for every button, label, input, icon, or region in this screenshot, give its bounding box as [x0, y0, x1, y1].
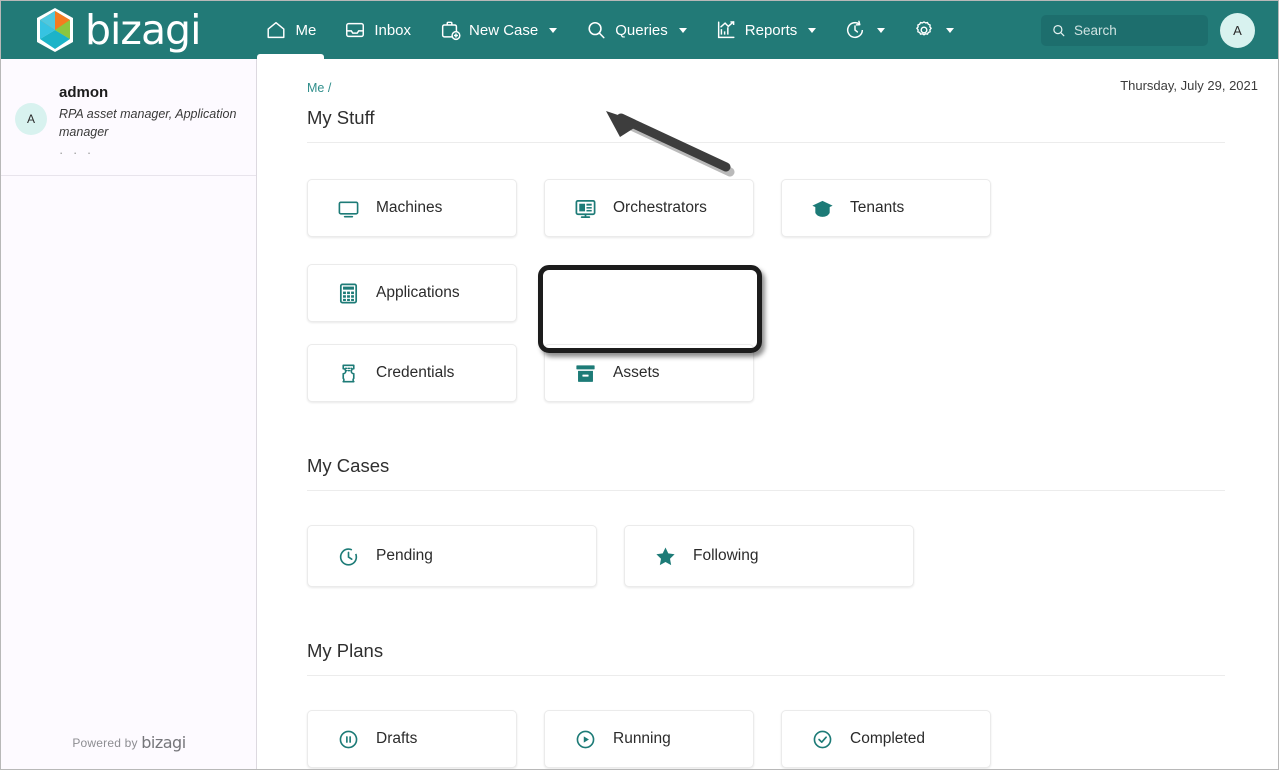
section-title-my-cases: My Cases [307, 455, 1225, 491]
nav-item-inbox[interactable]: Inbox [331, 1, 424, 59]
server-monitor-icon [575, 199, 596, 218]
card-machines[interactable]: Machines [307, 179, 517, 237]
card-credentials[interactable]: Credentials [307, 344, 517, 402]
breadcrumb-row: Me / Thursday, July 29, 2021 [258, 59, 1278, 107]
card-drafts[interactable]: Drafts [307, 710, 517, 768]
card-label-assets: Assets [613, 364, 660, 381]
my-plans-row: Drafts Running Completed [307, 710, 1225, 768]
bizagi-hex-logo-icon [37, 8, 73, 52]
nav-item-settings[interactable] [900, 1, 967, 59]
card-label-completed: Completed [850, 730, 925, 747]
sidebar-user-name: admon [59, 84, 109, 101]
badge-ticket-icon [342, 364, 355, 382]
sidebar-avatar: A [15, 103, 47, 135]
search-input[interactable]: Search [1041, 15, 1208, 46]
main-nav: Me Inbox New Case Queries Reports [252, 1, 967, 66]
chevron-down-icon [946, 27, 955, 33]
breadcrumb[interactable]: Me / [307, 81, 331, 95]
section-my-plans: My Plans Drafts Running Completed [258, 640, 1278, 768]
sidebar-user-block[interactable]: A admon RPA asset manager, Application m… [1, 59, 256, 176]
nav-item-reports[interactable]: Reports [702, 1, 830, 59]
my-stuff-row-2: Credentials Assets [307, 344, 1225, 402]
inbox-tray-icon [346, 22, 365, 38]
search-icon [1053, 24, 1065, 37]
user-avatar-button[interactable]: A [1220, 13, 1255, 48]
my-stuff-row-1: Machines Orchestrators Tenants Applicati… [307, 179, 1225, 322]
chevron-down-icon [808, 27, 817, 33]
search-icon [588, 21, 605, 39]
card-assets[interactable]: Assets [544, 344, 754, 402]
home-icon [267, 21, 286, 39]
card-label-drafts: Drafts [376, 730, 418, 747]
nav-item-refresh[interactable] [831, 1, 898, 59]
card-label-machines: Machines [376, 199, 443, 216]
current-date: Thursday, July 29, 2021 [1120, 78, 1258, 93]
nav-item-me[interactable]: Me [252, 1, 329, 66]
nav-label-reports: Reports [744, 21, 798, 39]
avatar-initial: A [1233, 23, 1242, 38]
graduation-cap-icon [812, 200, 833, 217]
top-navigation-bar: bizagi Me Inbox New Case Queries Reports… [1, 1, 1278, 66]
chevron-down-icon [549, 27, 558, 33]
card-pending[interactable]: Pending [307, 525, 597, 587]
bizagi-wordmark: bizagi [85, 5, 201, 54]
card-orchestrators[interactable]: Orchestrators [544, 179, 754, 237]
card-running[interactable]: Running [544, 710, 754, 768]
card-completed[interactable]: Completed [781, 710, 991, 768]
chevron-down-icon [678, 27, 687, 33]
card-applications[interactable]: Applications [307, 264, 517, 322]
nav-item-queries[interactable]: Queries [572, 1, 700, 59]
card-label-pending: Pending [376, 547, 433, 564]
my-cases-row: Pending Following [307, 525, 1225, 587]
nav-label-me: Me [295, 21, 317, 39]
search-placeholder: Search [1074, 23, 1117, 38]
star-icon [656, 546, 675, 565]
gear-icon [916, 21, 933, 36]
card-tenants[interactable]: Tenants [781, 179, 991, 237]
play-circle-icon [576, 730, 595, 748]
monitor-icon [338, 200, 359, 217]
chevron-down-icon [877, 27, 886, 33]
sidebar-avatar-initial: A [26, 112, 35, 126]
powered-by-brand: bizagi [141, 733, 186, 752]
card-label-orchestrators: Orchestrators [613, 199, 707, 216]
pause-circle-icon [339, 730, 358, 748]
section-title-my-plans: My Plans [307, 640, 1225, 676]
card-label-credentials: Credentials [376, 364, 455, 381]
nav-item-new-case[interactable]: New Case [426, 1, 570, 59]
nav-label-inbox: Inbox [374, 21, 412, 39]
card-label-following: Following [693, 547, 759, 564]
main-content: Me / Thursday, July 29, 2021 My Stuff Ma… [258, 59, 1278, 769]
card-label-tenants: Tenants [850, 199, 905, 216]
briefcase-plus-icon [441, 21, 461, 41]
check-circle-icon [813, 730, 832, 748]
bizagi-logo[interactable]: bizagi [33, 1, 201, 59]
sidebar-user-more-button[interactable]: · · · [59, 145, 237, 160]
powered-by-label: Powered by [72, 736, 138, 750]
clock-refresh-icon [847, 20, 864, 39]
powered-by-footer: Powered by bizagi [1, 733, 257, 752]
archive-box-icon [576, 364, 595, 382]
nav-label-queries: Queries [615, 21, 668, 39]
section-title-my-stuff: My Stuff [307, 107, 1225, 143]
left-sidebar: A admon RPA asset manager, Application m… [1, 59, 257, 769]
section-my-stuff: My Stuff Machines Orchestrators Tenants … [258, 107, 1278, 402]
sidebar-user-role: RPA asset manager, Application manager [59, 106, 237, 139]
nav-label-new-case: New Case [469, 21, 539, 39]
clock-icon [339, 547, 358, 566]
bar-chart-icon [717, 21, 735, 39]
card-following[interactable]: Following [624, 525, 914, 587]
section-my-cases: My Cases Pending Following [258, 455, 1278, 587]
card-label-running: Running [613, 730, 671, 747]
card-label-applications: Applications [376, 284, 460, 301]
bizagi-work-portal: bizagi Me Inbox New Case Queries Reports… [0, 0, 1279, 770]
calculator-grid-icon [339, 283, 358, 303]
